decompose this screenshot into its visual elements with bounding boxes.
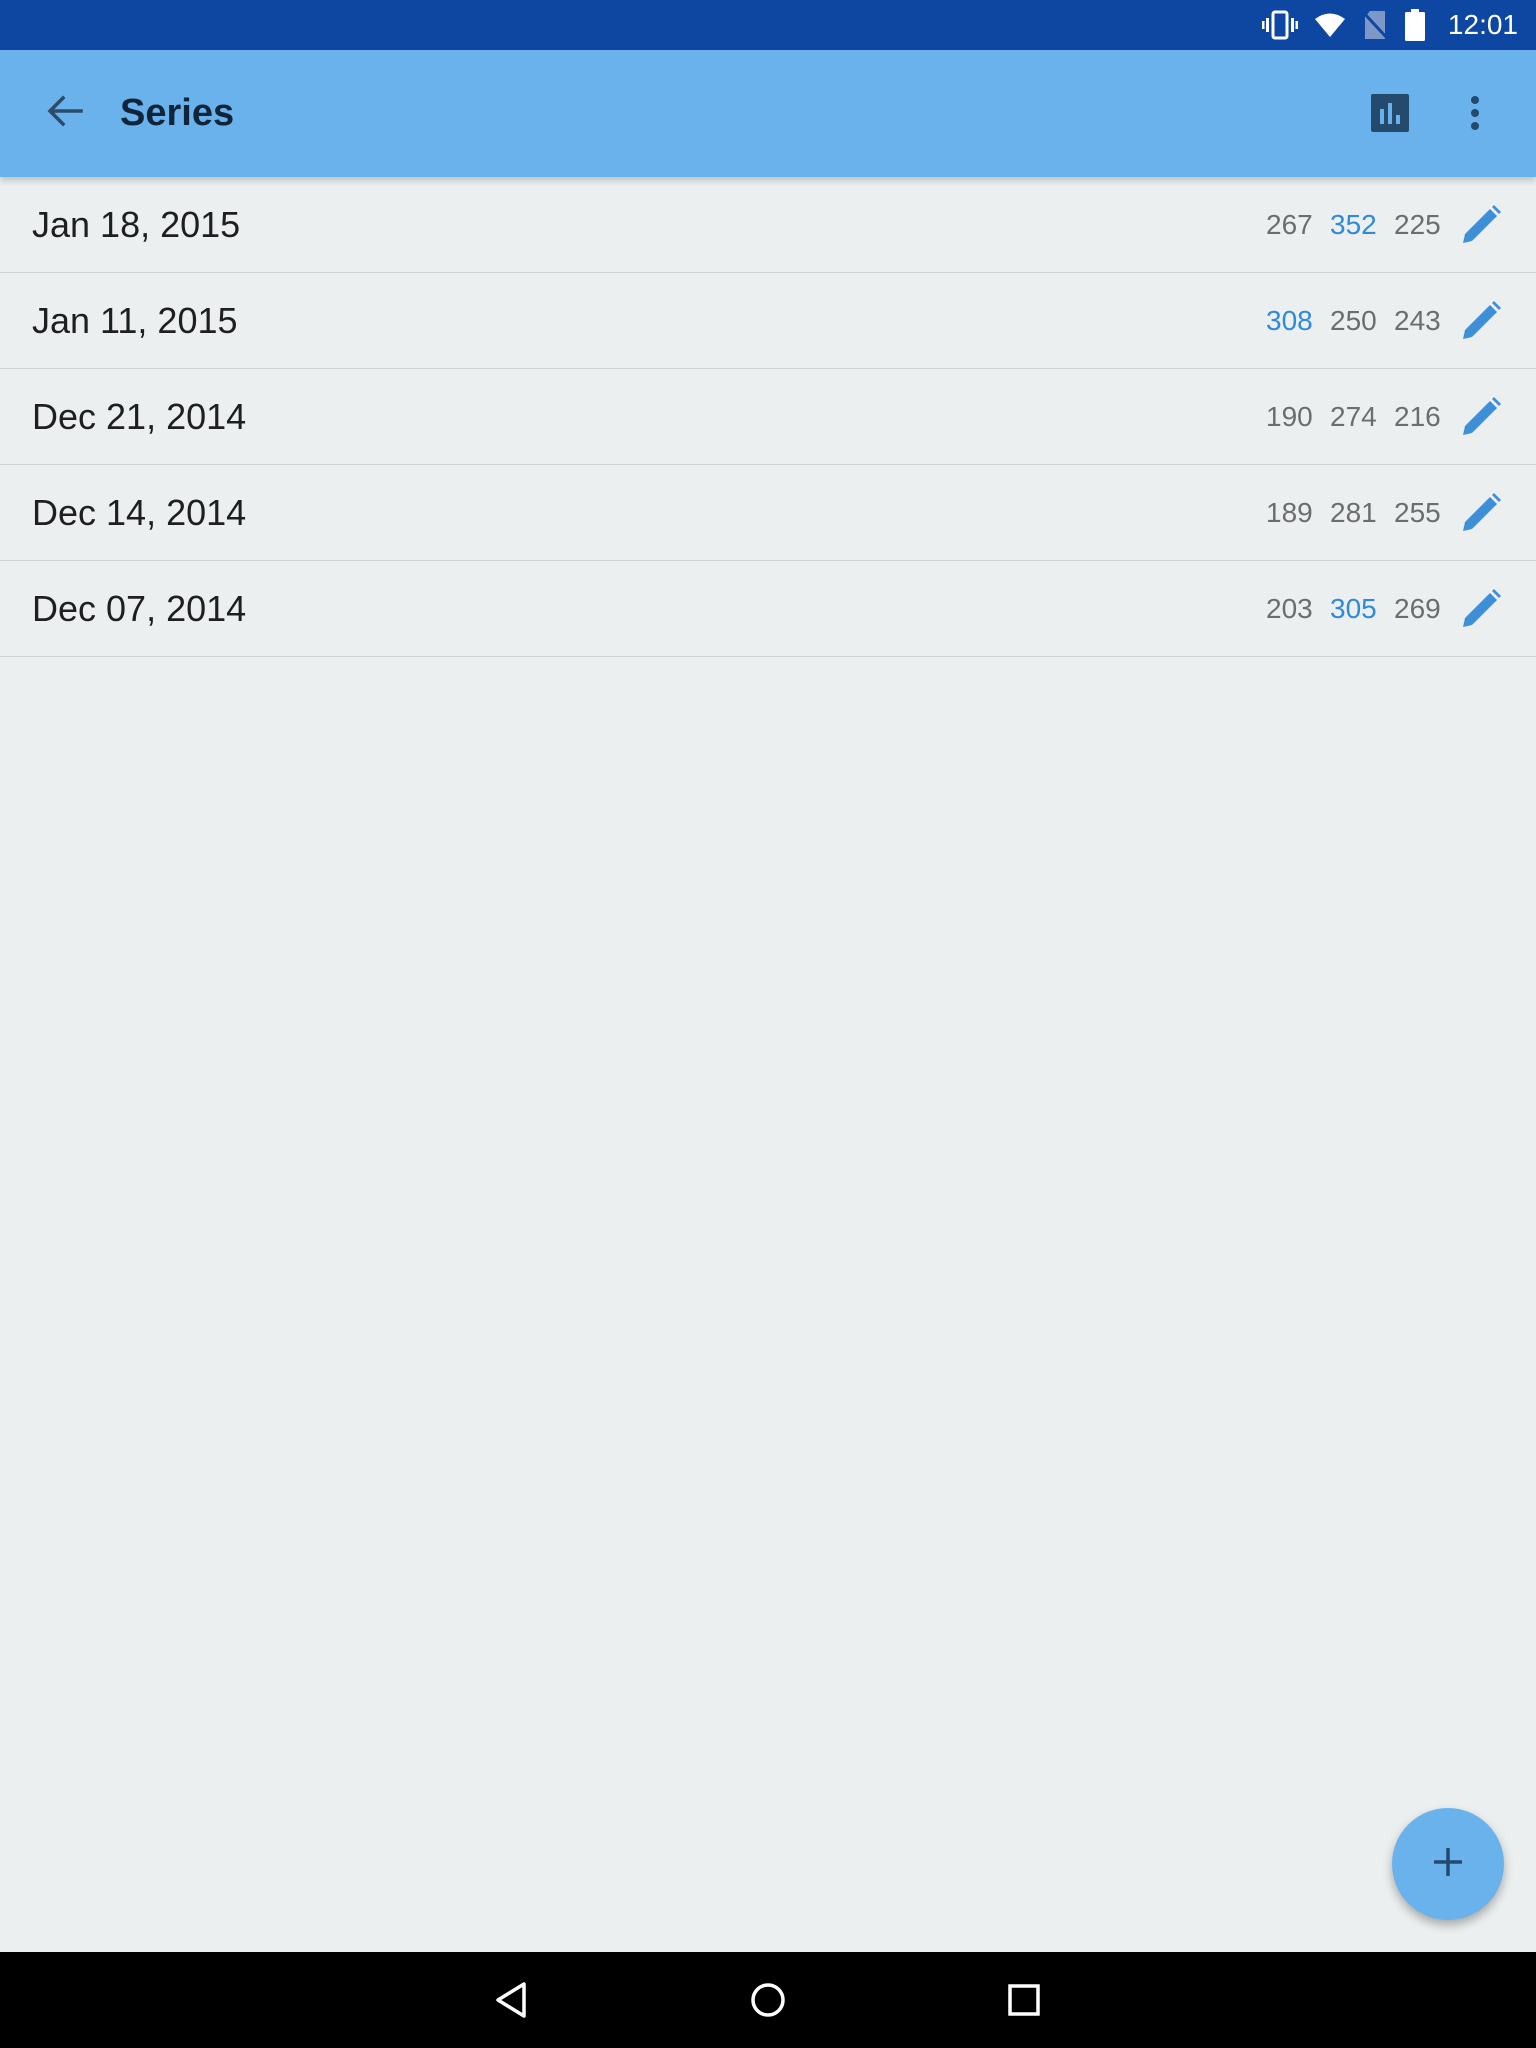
navigation-bar — [0, 1952, 1536, 2048]
list-item[interactable]: Jan 18, 2015 267 352 225 — [0, 177, 1536, 273]
series-date: Jan 11, 2015 — [32, 299, 238, 341]
list-item[interactable]: Dec 07, 2014 203 305 269 — [0, 561, 1536, 657]
nav-home-button[interactable] — [733, 1965, 803, 2035]
more-vert-icon — [1469, 95, 1481, 136]
game-score: 267 — [1266, 208, 1313, 240]
app-bar: Series — [0, 50, 1536, 177]
no-sim-icon — [1361, 10, 1388, 40]
battery-icon — [1404, 9, 1426, 41]
home-circle-icon — [751, 1983, 785, 2017]
game-score: 190 — [1266, 400, 1313, 432]
status-time: 12:01 — [1447, 9, 1518, 40]
game-score: 189 — [1266, 496, 1313, 528]
status-icons: 12:01 — [1261, 0, 1518, 50]
game-scores: 203 305 269 — [1266, 592, 1441, 625]
series-date: Jan 18, 2015 — [32, 203, 241, 245]
game-score: 255 — [1394, 496, 1441, 528]
nav-recents-button[interactable] — [989, 1965, 1059, 2035]
page-title: Series — [120, 92, 235, 134]
bar-chart-icon — [1371, 93, 1409, 137]
pencil-icon — [1463, 204, 1501, 243]
game-score: 281 — [1330, 496, 1377, 528]
list-item[interactable]: Dec 14, 2014 189 281 255 — [0, 465, 1536, 561]
game-score: 243 — [1394, 304, 1441, 336]
list-item[interactable]: Dec 21, 2014 190 274 216 — [0, 369, 1536, 465]
back-triangle-icon — [496, 1982, 526, 2018]
pencil-icon — [1463, 588, 1501, 627]
game-score: 274 — [1330, 400, 1377, 432]
list-item[interactable]: Jan 11, 2015 308 250 243 — [0, 273, 1536, 369]
series-date: Dec 14, 2014 — [32, 491, 247, 533]
statistics-button[interactable] — [1355, 80, 1425, 150]
back-button[interactable] — [30, 78, 100, 148]
series-list: Jan 18, 2015 267 352 225 Jan 11, 2015 30… — [0, 177, 1536, 657]
wifi-icon — [1314, 11, 1346, 39]
pencil-icon — [1463, 396, 1501, 435]
game-scores: 189 281 255 — [1266, 496, 1441, 529]
game-score: 203 — [1266, 592, 1313, 624]
edit-button[interactable] — [1456, 392, 1506, 442]
edit-button[interactable] — [1456, 488, 1506, 538]
game-score: 308 — [1266, 304, 1313, 336]
edit-button[interactable] — [1456, 584, 1506, 634]
game-scores: 267 352 225 — [1266, 208, 1441, 241]
series-date: Dec 21, 2014 — [32, 395, 247, 437]
game-score: 305 — [1330, 592, 1377, 624]
more-options-button[interactable] — [1440, 80, 1510, 150]
edit-button[interactable] — [1456, 296, 1506, 346]
game-scores: 308 250 243 — [1266, 304, 1441, 337]
vibrate-icon — [1261, 9, 1298, 41]
game-score: 250 — [1330, 304, 1377, 336]
game-score: 352 — [1330, 208, 1377, 240]
nav-back-button[interactable] — [477, 1965, 547, 2035]
plus-icon — [1431, 1845, 1465, 1884]
add-series-button[interactable] — [1392, 1808, 1504, 1920]
game-score: 225 — [1394, 208, 1441, 240]
recents-square-icon — [1008, 1984, 1040, 2016]
game-scores: 190 274 216 — [1266, 400, 1441, 433]
pencil-icon — [1463, 300, 1501, 339]
game-score: 269 — [1394, 592, 1441, 624]
pencil-icon — [1463, 492, 1501, 531]
series-date: Dec 07, 2014 — [32, 587, 247, 629]
game-score: 216 — [1394, 400, 1441, 432]
status-bar: 12:01 — [0, 0, 1536, 50]
arrow-back-icon — [45, 91, 85, 136]
edit-button[interactable] — [1456, 200, 1506, 250]
